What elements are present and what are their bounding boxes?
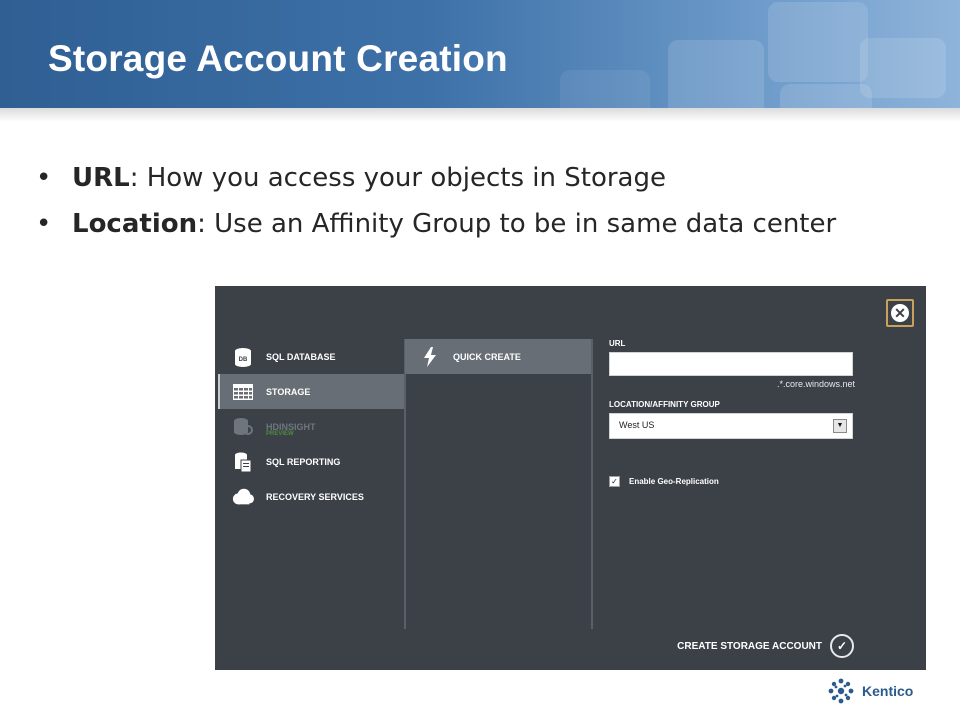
decorative-square	[768, 2, 868, 82]
url-label: URL	[609, 339, 626, 348]
preview-badge: PREVIEW	[266, 431, 294, 437]
kentico-logo: Kentico	[826, 676, 913, 706]
geo-replication-checkbox[interactable]: ✓	[609, 476, 620, 487]
title-banner: Storage Account Creation	[0, 0, 960, 108]
service-item-hdinsight: HDINSIGHT PREVIEW	[218, 409, 404, 444]
checkmark-icon[interactable]: ✓	[830, 634, 854, 658]
storage-table-icon	[232, 381, 254, 403]
close-button[interactable]: ✕	[886, 299, 914, 327]
service-item-sql-database[interactable]: DB SQL DATABASE	[218, 339, 404, 374]
service-item-recovery-services[interactable]: RECOVERY SERVICES	[218, 479, 404, 514]
service-label: STORAGE	[266, 386, 311, 397]
service-label: RECOVERY SERVICES	[266, 491, 364, 502]
bullet-item: • Location: Use an Affinity Group to be …	[36, 204, 916, 244]
bullet-text: : Use an Affinity Group to be in same da…	[197, 209, 837, 239]
bullet-term: Location	[72, 209, 198, 239]
bullet-dot: •	[36, 163, 52, 193]
service-item-storage[interactable]: STORAGE	[218, 374, 404, 409]
kentico-logo-mark	[828, 678, 854, 704]
url-input[interactable]	[609, 352, 853, 376]
bullet-text: : How you access your objects in Storage	[129, 163, 666, 193]
quick-create-form: URL .*.core.windows.net LOCATION/AFFINIT…	[609, 339, 855, 487]
kentico-logo-text: Kentico	[862, 683, 914, 699]
dialog-footer: CREATE STORAGE ACCOUNT ✓	[677, 634, 854, 658]
database-icon: DB	[232, 346, 254, 368]
hdinsight-icon	[232, 416, 254, 438]
report-icon	[232, 451, 254, 473]
slide-title: Storage Account Creation	[48, 38, 508, 79]
bullet-dot: •	[36, 209, 52, 239]
dropdown-arrow-icon[interactable]: ▼	[833, 419, 847, 433]
option-label: QUICK CREATE	[453, 351, 521, 362]
create-storage-account-label: CREATE STORAGE ACCOUNT	[677, 640, 822, 652]
close-icon: ✕	[891, 304, 909, 322]
bullet-item: • URL: How you access your objects in St…	[36, 158, 916, 198]
url-suffix: .*.core.windows.net	[776, 379, 855, 389]
svg-text:DB: DB	[239, 357, 248, 363]
azure-portal-dialog: ✕ DB SQL DATABASE STORAGE HDINSIGHT PREV…	[215, 286, 926, 670]
service-label: HDINSIGHT	[266, 421, 316, 432]
bullet-term: URL	[72, 163, 130, 193]
service-label: SQL REPORTING	[266, 456, 341, 467]
bullet-list: • URL: How you access your objects in St…	[36, 158, 916, 250]
geo-replication-row: ✓ Enable Geo-Replication	[609, 476, 855, 487]
geo-replication-label: Enable Geo-Replication	[629, 477, 719, 486]
location-select[interactable]: West US ▼	[609, 413, 853, 439]
create-options-column: QUICK CREATE	[405, 339, 593, 629]
location-label: LOCATION/AFFINITY GROUP	[609, 400, 720, 409]
cloud-icon	[232, 486, 254, 508]
lightning-icon	[419, 346, 441, 368]
option-quick-create[interactable]: QUICK CREATE	[405, 339, 591, 374]
service-item-sql-reporting[interactable]: SQL REPORTING	[218, 444, 404, 479]
decorative-square	[860, 38, 946, 98]
services-column: DB SQL DATABASE STORAGE HDINSIGHT PREVIE…	[218, 339, 406, 629]
selection-indicator	[218, 374, 220, 409]
banner-shadow	[0, 108, 960, 122]
decorative-square	[780, 84, 872, 108]
decorative-square	[668, 40, 764, 108]
service-label: SQL DATABASE	[266, 351, 336, 362]
location-value: West US	[619, 420, 655, 430]
decorative-square	[560, 70, 650, 108]
